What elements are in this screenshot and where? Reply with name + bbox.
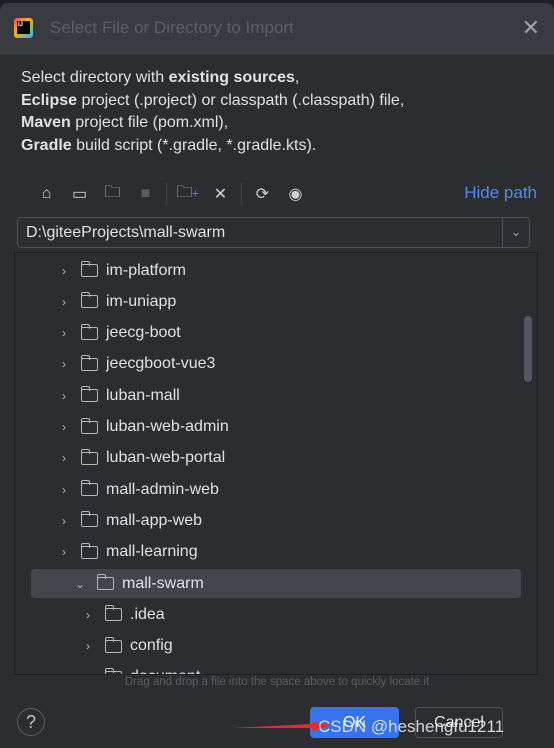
- tree-item-label: document: [130, 668, 200, 674]
- home-icon[interactable]: ⌂: [30, 181, 63, 207]
- tree-item[interactable]: › luban-web-admin: [15, 413, 521, 442]
- scrollbar[interactable]: [524, 316, 532, 382]
- tree-item-label: mall-swarm: [122, 574, 204, 592]
- watermark: CSDN @heshengfu1211: [318, 717, 505, 736]
- drag-drop-hint: Drag and drop a file into the space abov…: [124, 676, 430, 688]
- import-dialog: IJ Select File or Directory to Import ✕ …: [0, 3, 554, 748]
- intellij-logo-icon: IJ: [14, 18, 33, 38]
- tree-item-label: luban-mall: [106, 386, 180, 404]
- chevron-right-icon[interactable]: ›: [81, 670, 95, 674]
- hide-path-link[interactable]: Hide path: [464, 183, 537, 203]
- tree-item-label: luban-web-portal: [106, 449, 226, 467]
- folder-icon: [80, 417, 98, 434]
- tree-item-label: luban-web-admin: [106, 418, 229, 435]
- tree-item-label: .idea: [130, 605, 165, 623]
- chevron-down-icon[interactable]: ⌄: [73, 577, 87, 591]
- description: Select directory with existing sources, …: [21, 69, 405, 154]
- folder-icon: [104, 636, 122, 653]
- tree-item-label: jeecgboot-vue3: [106, 355, 216, 373]
- tree-item[interactable]: › config: [15, 632, 521, 661]
- new-folder-icon[interactable]: 🗀 +: [171, 181, 204, 207]
- chevron-right-icon[interactable]: ›: [57, 451, 71, 465]
- chevron-right-icon[interactable]: ›: [81, 639, 95, 653]
- tree-item-label: im-uniapp: [106, 292, 177, 310]
- folder-icon: [80, 323, 98, 340]
- chevron-right-icon[interactable]: ›: [57, 514, 71, 528]
- toolbar-divider: [241, 183, 242, 205]
- folder-icon: [80, 261, 98, 277]
- tree-item[interactable]: › document: [15, 663, 521, 674]
- close-icon[interactable]: ✕: [522, 15, 540, 41]
- project-folder-icon[interactable]: 🗀: [96, 181, 129, 207]
- title-bar: IJ Select File or Directory to Import ✕: [0, 3, 554, 55]
- folder-icon: [104, 605, 122, 622]
- chevron-down-icon[interactable]: ⌄: [502, 218, 529, 247]
- tree-item[interactable]: › im-platform: [15, 256, 521, 285]
- file-tree[interactable]: › im-platform › im-uniapp › jeecg-boot › jeecgb…: [14, 252, 538, 675]
- tree-item[interactable]: › mall-admin-web: [15, 475, 521, 504]
- tree-item[interactable]: › mall-app-web: [15, 506, 521, 535]
- desktop-icon[interactable]: ▭: [63, 181, 96, 207]
- folder-icon: [104, 667, 122, 674]
- path-input[interactable]: D:\giteeProjects\mall-swarm ⌄: [17, 217, 530, 248]
- chevron-right-icon[interactable]: ›: [57, 326, 71, 340]
- folder-icon: [80, 542, 98, 559]
- tree-item[interactable]: › mall-learning: [15, 538, 521, 567]
- chevron-right-icon[interactable]: ›: [57, 357, 71, 371]
- chevron-right-icon[interactable]: ›: [57, 264, 71, 278]
- folder-icon: [80, 448, 98, 465]
- show-hidden-icon[interactable]: ◉: [279, 181, 312, 207]
- red-arrow-annotation: [232, 722, 332, 731]
- folder-icon: [80, 354, 98, 371]
- folder-icon: [96, 574, 114, 590]
- tree-item[interactable]: › jeecgboot-vue3: [15, 350, 521, 379]
- folder-icon: [80, 511, 98, 528]
- chevron-right-icon[interactable]: ›: [57, 545, 71, 559]
- tree-item-label: im-platform: [106, 261, 187, 279]
- tree-item[interactable]: › jeecg-boot: [15, 319, 521, 348]
- chevron-right-icon[interactable]: ›: [81, 608, 95, 622]
- module-folder-icon: ■: [140, 185, 151, 202]
- tree-item[interactable]: › luban-web-portal: [15, 444, 521, 473]
- chevron-right-icon[interactable]: ›: [57, 420, 71, 434]
- toolbar-divider: [166, 183, 167, 205]
- toolbar: ⌂ ▭ 🗀 ■ 🗀 + ✕ ⟳ ◉: [30, 181, 312, 207]
- chevron-right-icon[interactable]: ›: [57, 295, 71, 309]
- chevron-right-icon[interactable]: ›: [57, 389, 71, 403]
- tree-item[interactable]: ⌄ mall-swarm: [31, 569, 521, 598]
- path-value: D:\giteeProjects\mall-swarm: [26, 224, 226, 241]
- tree-item[interactable]: › luban-mall: [15, 381, 521, 410]
- tree-item-label: mall-app-web: [106, 511, 203, 529]
- delete-icon[interactable]: ✕: [204, 181, 237, 207]
- folder-icon: [80, 386, 98, 403]
- tree-item-label: config: [130, 637, 173, 655]
- chevron-right-icon[interactable]: ›: [57, 483, 71, 497]
- tree-item[interactable]: › .idea: [15, 600, 521, 629]
- help-button[interactable]: ?: [17, 708, 45, 736]
- tree-item-label: mall-admin-web: [106, 480, 219, 498]
- refresh-icon[interactable]: ⟳: [246, 181, 279, 207]
- tree-item[interactable]: › im-uniapp: [15, 287, 521, 316]
- tree-item-label: mall-learning: [106, 543, 198, 561]
- dialog-title: Select File or Directory to Import: [50, 18, 294, 37]
- folder-icon: [80, 480, 98, 497]
- tree-item-label: jeecg-boot: [106, 324, 181, 342]
- folder-icon: [80, 292, 98, 309]
